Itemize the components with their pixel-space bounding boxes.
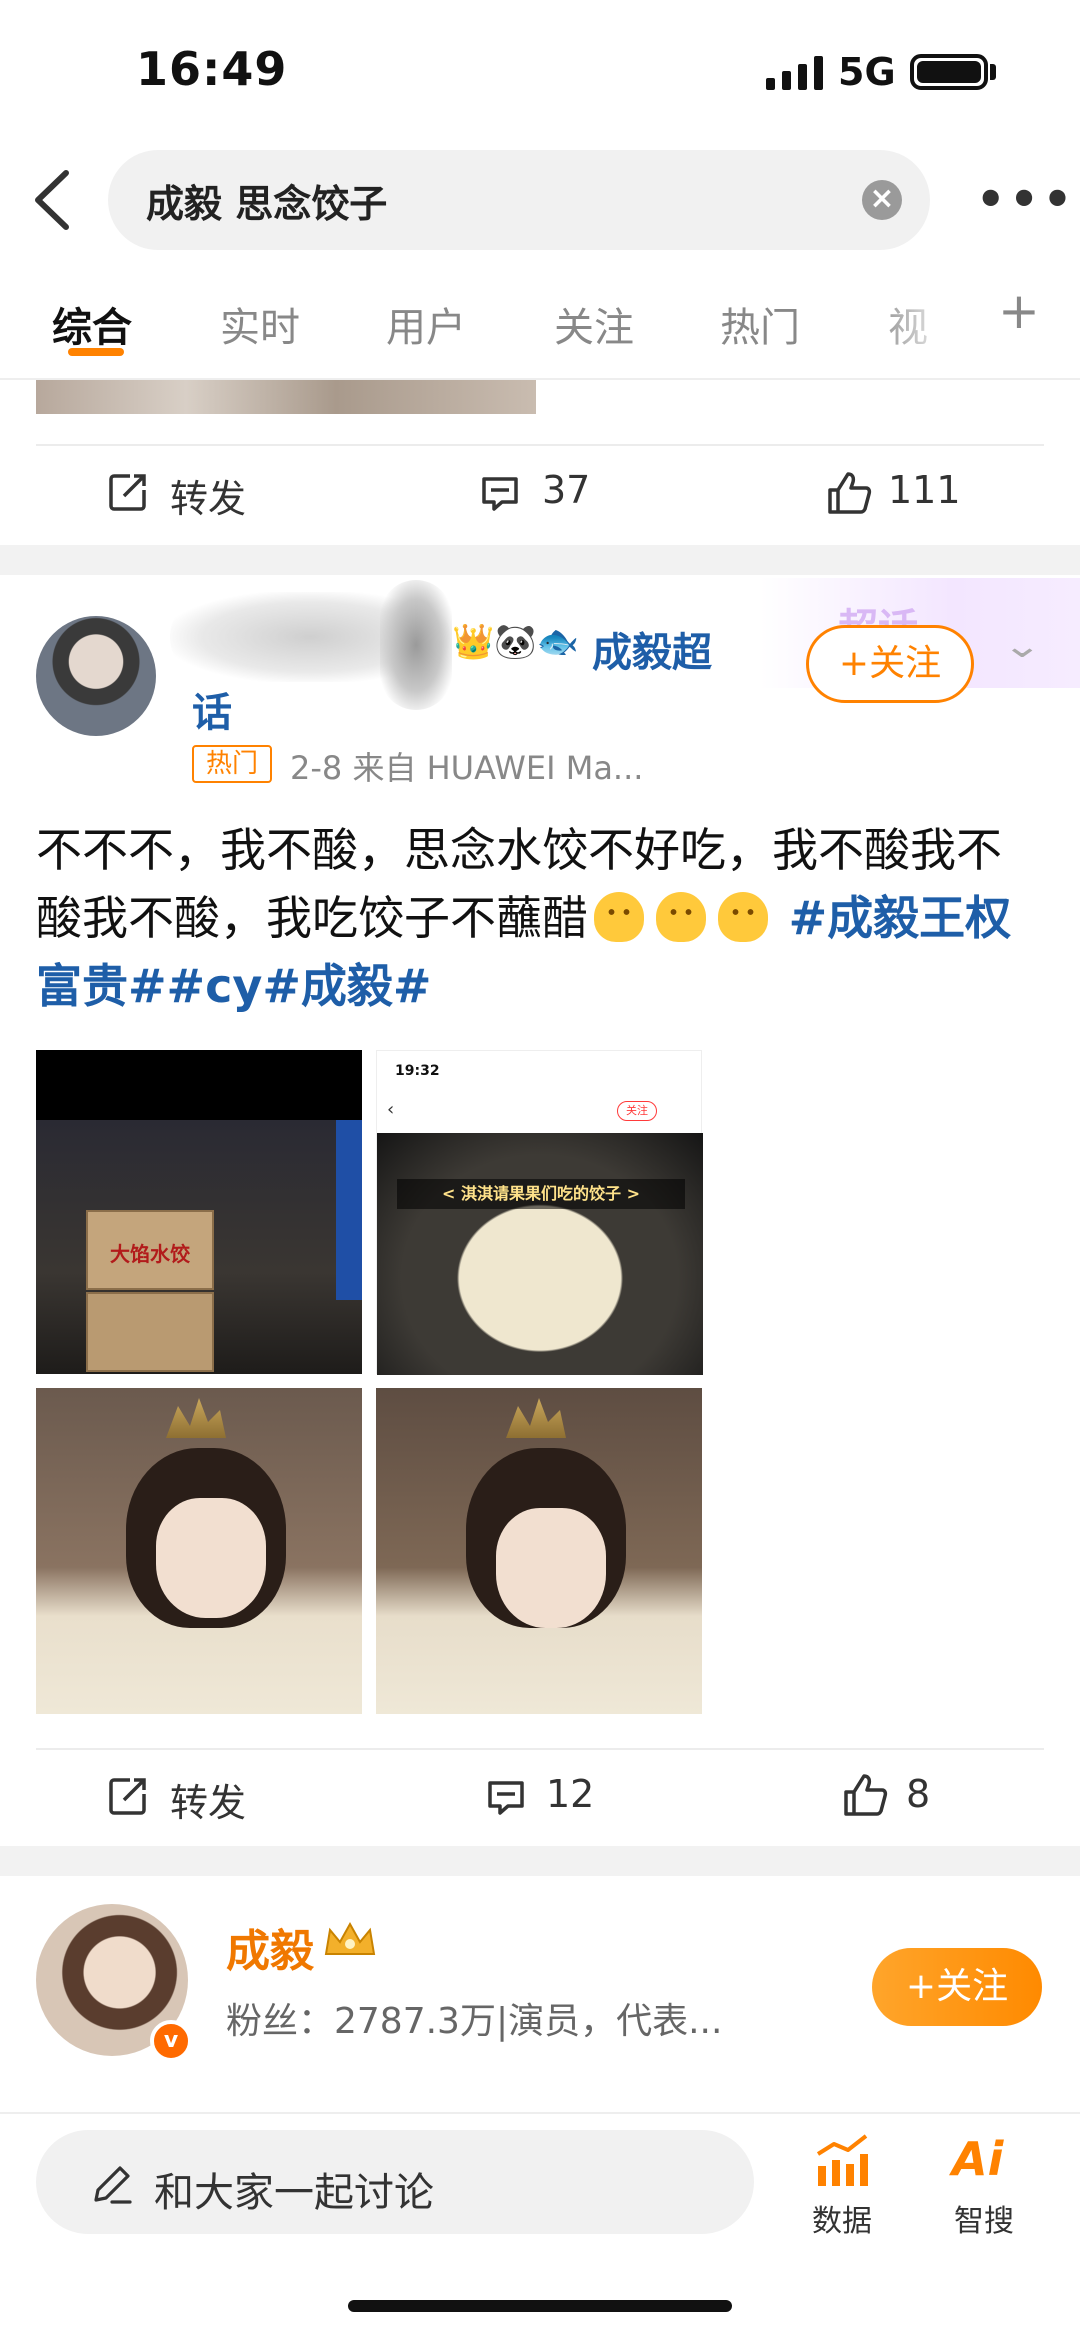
- user-card-name[interactable]: 成毅: [226, 1915, 314, 1979]
- post-username[interactable]: 成毅超: [592, 620, 712, 678]
- image-caption: < 淇淇请果果们吃的饺子 >: [397, 1179, 685, 1209]
- smile-emoji-icon: [594, 892, 644, 942]
- bottom-divider: [0, 2112, 1080, 2114]
- like-icon[interactable]: [826, 470, 872, 516]
- image-face: [496, 1508, 606, 1628]
- like-count[interactable]: 111: [888, 468, 961, 512]
- chevron-down-icon[interactable]: ⌄: [1002, 626, 1042, 666]
- tab-comprehensive[interactable]: 综合: [52, 295, 132, 353]
- image-crown: [166, 1398, 226, 1438]
- dumpling-box: 大馅水饺: [86, 1210, 214, 1290]
- avatar[interactable]: [36, 616, 156, 736]
- comment-icon[interactable]: [486, 1778, 526, 1818]
- post-image-4[interactable]: [376, 1388, 702, 1714]
- section-gap: [0, 545, 1080, 575]
- section-gap: [0, 1846, 1080, 1876]
- dumpling-box-2: [86, 1292, 214, 1372]
- like-icon[interactable]: [842, 1772, 888, 1818]
- post-text: 不不不，我不酸，思念水饺不好吃，我不酸我不酸我不酸，我吃饺子不蘸醋 #成毅王权富…: [36, 816, 1046, 1020]
- image-time: 19:32: [395, 1063, 440, 1079]
- repost-label[interactable]: 转发: [170, 1772, 246, 1827]
- data-chart-icon[interactable]: [812, 2132, 872, 2188]
- post-meta: 2-8 来自 HUAWEI Ma...: [290, 749, 644, 787]
- tab-users[interactable]: 用户: [386, 295, 466, 353]
- hashtag-body: cy#: [205, 959, 301, 1013]
- tab-realtime[interactable]: 实时: [220, 295, 300, 353]
- image-back-icon: ‹: [387, 1099, 395, 1120]
- status-time: 16:49: [136, 42, 288, 96]
- add-tab-icon[interactable]: +: [998, 282, 1040, 340]
- tab-fade: [870, 280, 980, 360]
- search-query-text[interactable]: 成毅 思念饺子: [146, 173, 387, 228]
- signal-icon: [766, 56, 823, 90]
- active-tab-indicator: [68, 348, 124, 356]
- previous-post-image[interactable]: [36, 380, 536, 414]
- home-indicator: [348, 2300, 732, 2312]
- post-username-tail[interactable]: 话: [192, 680, 232, 738]
- battery-icon: [910, 54, 988, 90]
- tab-following[interactable]: 关注: [554, 295, 634, 353]
- user-card-fans: 粉丝：2787.3万|演员，代表...: [226, 2001, 723, 2042]
- post-image-2[interactable]: 19:32 ‹ 关注 < 淇淇请果果们吃的饺子 >: [376, 1050, 703, 1375]
- divider: [36, 1748, 1044, 1750]
- image-dark-band: [36, 1050, 362, 1120]
- fish-badge-icon: 🐟: [536, 622, 580, 662]
- more-icon[interactable]: •••: [976, 172, 1076, 226]
- follow-button-primary[interactable]: +关注: [872, 1948, 1042, 2026]
- crown-icon: [324, 1921, 376, 1955]
- battery-tip: [990, 64, 996, 80]
- comment-count[interactable]: 12: [546, 1772, 594, 1816]
- divider: [36, 444, 1044, 446]
- hot-badge: 热门: [192, 745, 272, 783]
- post-image-3[interactable]: [36, 1388, 362, 1714]
- smile-emoji-icon: [718, 892, 768, 942]
- data-label[interactable]: 数据: [792, 2196, 892, 2240]
- hashtag-link[interactable]: 成毅#: [301, 959, 432, 1013]
- back-arrow-icon[interactable]: [28, 165, 78, 235]
- smile-emoji-icon: [656, 892, 706, 942]
- follow-button[interactable]: +关注: [806, 625, 974, 703]
- image-face: [156, 1498, 266, 1618]
- post-image-1[interactable]: 大馅水饺: [36, 1050, 362, 1374]
- comment-icon[interactable]: [480, 474, 520, 514]
- verified-badge-icon: v: [150, 2020, 192, 2062]
- hashtag-link[interactable]: #成毅: [789, 891, 920, 945]
- pencil-icon: [94, 2166, 132, 2204]
- hashtag-link[interactable]: #cy#: [167, 959, 301, 1013]
- image-crown: [506, 1398, 566, 1438]
- repost-icon[interactable]: [108, 472, 148, 512]
- clear-icon[interactable]: ×: [862, 180, 902, 220]
- user-badges: 👑🐼🐟: [452, 622, 579, 662]
- panda-badge-icon: 🐼: [494, 622, 537, 662]
- network-type: 5G: [838, 50, 896, 94]
- repost-label[interactable]: 转发: [170, 468, 246, 523]
- dumpling-box-label: 大馅水饺: [110, 1242, 190, 1266]
- crown-badge-icon: 👑: [452, 622, 495, 662]
- comment-count[interactable]: 37: [542, 468, 590, 512]
- tab-hot[interactable]: 热门: [720, 295, 800, 353]
- ai-search-icon[interactable]: Ai: [952, 2132, 1003, 2186]
- image-blue-door: [336, 1120, 362, 1300]
- dumplings-photo: [377, 1133, 703, 1375]
- blurred-username-mark: [380, 580, 452, 710]
- repost-icon[interactable]: [108, 1776, 148, 1816]
- hashtag-marker: #: [166, 959, 206, 1013]
- ai-search-label[interactable]: 智搜: [934, 2196, 1034, 2240]
- like-count[interactable]: 8: [906, 1772, 930, 1816]
- image-follow-tag: 关注: [617, 1101, 657, 1121]
- discuss-placeholder[interactable]: 和大家一起讨论: [154, 2160, 434, 2218]
